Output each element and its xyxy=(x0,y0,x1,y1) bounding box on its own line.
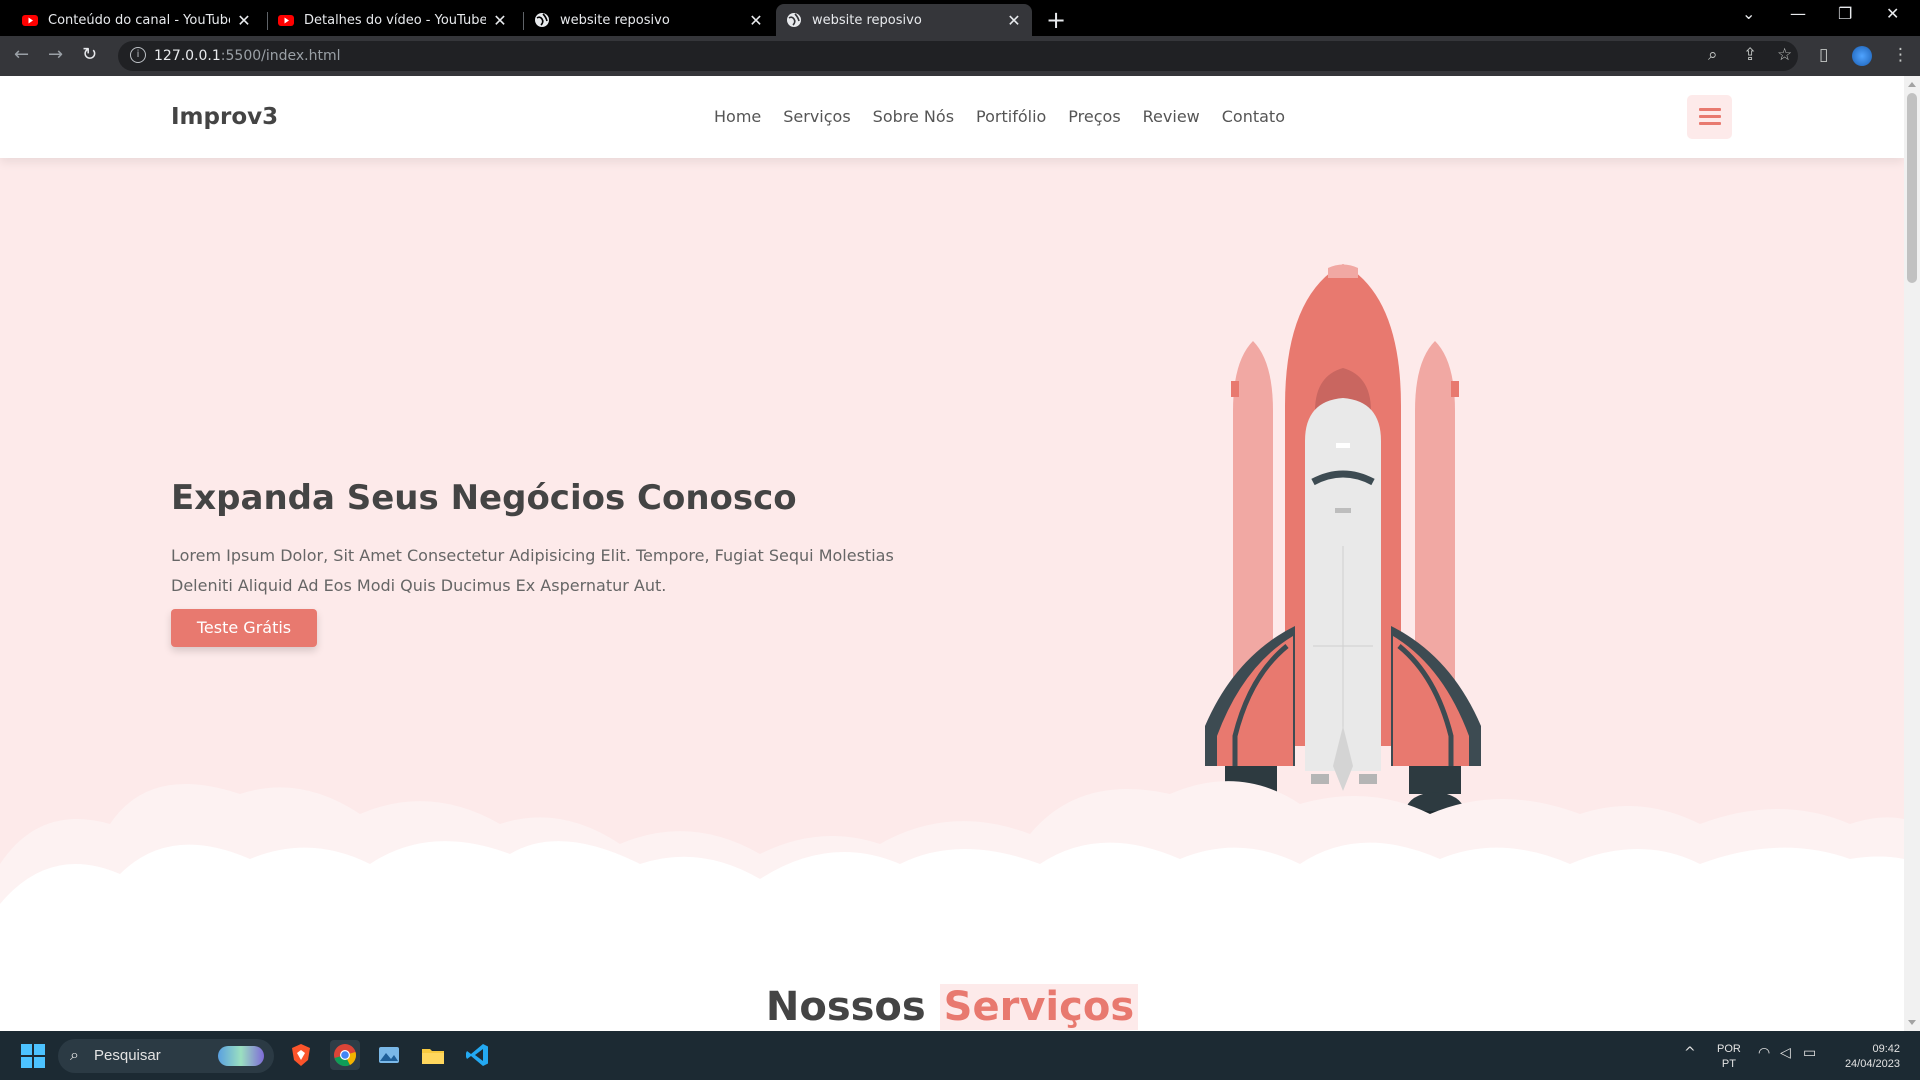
bookmark-star-icon[interactable]: ☆ xyxy=(1777,45,1792,65)
tab-title: website reposivo xyxy=(560,12,670,28)
start-tile xyxy=(21,1057,32,1068)
hero-title: Expanda Seus Negócios Conosco xyxy=(171,478,797,518)
side-panel-icon[interactable]: ▯ xyxy=(1819,45,1828,65)
hamburger-menu-button[interactable] xyxy=(1687,95,1732,139)
free-trial-button[interactable]: Teste Grátis xyxy=(171,609,317,647)
url-host: 127.0.0.1 xyxy=(154,48,221,64)
back-arrow-icon[interactable]: ← xyxy=(14,44,29,65)
menu-bar xyxy=(1699,108,1721,111)
browser-tab-bar: Conteúdo do canal - YouTube Studio ✕ Det… xyxy=(0,0,1920,36)
clock-date: 24/04/2023 xyxy=(1844,1058,1900,1070)
windows-taskbar: ⌕ Pesquisar ^ POR PT ◠ ◁ ▭ 09:42 24/04/2… xyxy=(0,1031,1920,1080)
services-title-main: Nossos xyxy=(765,984,926,1030)
site-info-icon[interactable]: i xyxy=(130,47,146,63)
show-hidden-icons-chevron-icon[interactable]: ^ xyxy=(1684,1045,1696,1061)
minimize-icon[interactable]: — xyxy=(1790,4,1806,23)
restore-icon[interactable]: ❐ xyxy=(1838,4,1852,23)
brave-browser-icon[interactable] xyxy=(286,1040,316,1070)
language-indicator[interactable]: POR PT xyxy=(1717,1042,1741,1072)
windows-start-icon[interactable] xyxy=(21,1044,45,1068)
menu-bar xyxy=(1699,122,1721,125)
rocket-illustration xyxy=(1205,264,1481,819)
site-logo[interactable]: Improv3 xyxy=(171,104,278,130)
address-bar[interactable]: i 127.0.0.1:5500/index.html xyxy=(118,41,1798,71)
nav-review[interactable]: Review xyxy=(1143,107,1200,126)
clock-time: 09:42 xyxy=(1872,1043,1900,1055)
tab-youtube-studio-content[interactable]: Conteúdo do canal - YouTube Studio ✕ xyxy=(12,4,262,36)
main-nav: Home Serviços Sobre Nós Portifólio Preço… xyxy=(714,107,1285,126)
scrollbar-thumb[interactable] xyxy=(1907,93,1917,283)
taskbar-search-label: Pesquisar xyxy=(94,1047,161,1064)
nav-precos[interactable]: Preços xyxy=(1068,107,1120,126)
globe-icon xyxy=(535,13,549,27)
tab-title: Detalhes do vídeo - YouTube Studio xyxy=(304,12,486,28)
start-tile xyxy=(34,1044,45,1055)
zoom-icon[interactable]: ⌕ xyxy=(1708,45,1718,65)
wifi-icon[interactable]: ◠ xyxy=(1758,1045,1770,1061)
youtube-icon xyxy=(278,15,294,26)
nav-portifolio[interactable]: Portifólio xyxy=(976,107,1046,126)
photos-app-icon[interactable] xyxy=(374,1040,404,1070)
services-title: Nossos Serviços xyxy=(0,984,1904,1030)
reload-icon[interactable]: ↻ xyxy=(82,44,97,65)
menu-bar xyxy=(1699,115,1721,118)
nav-contato[interactable]: Contato xyxy=(1222,107,1285,126)
tab-title: website reposivo xyxy=(812,12,922,28)
profile-avatar[interactable] xyxy=(1852,46,1872,66)
close-tab-icon[interactable]: ✕ xyxy=(1006,11,1022,30)
more-menu-icon[interactable]: ⋮ xyxy=(1892,45,1909,65)
share-icon[interactable]: ⇪ xyxy=(1743,45,1757,65)
battery-icon[interactable]: ▭ xyxy=(1803,1045,1816,1061)
close-tab-icon[interactable]: ✕ xyxy=(748,11,764,30)
close-tab-icon[interactable]: ✕ xyxy=(236,11,252,30)
start-tile xyxy=(34,1057,45,1068)
file-explorer-icon[interactable] xyxy=(418,1040,448,1070)
nav-home[interactable]: Home xyxy=(714,107,761,126)
nav-servicos[interactable]: Serviços xyxy=(783,107,850,126)
tab-title: Conteúdo do canal - YouTube Studio xyxy=(48,12,230,28)
vscode-icon[interactable] xyxy=(462,1040,492,1070)
forward-arrow-icon[interactable]: → xyxy=(48,44,63,65)
url-text[interactable]: 127.0.0.1:5500/index.html xyxy=(154,48,341,64)
scroll-down-arrow-icon[interactable] xyxy=(1908,1020,1916,1025)
search-icon: ⌕ xyxy=(70,1045,79,1064)
nav-sobre-nos[interactable]: Sobre Nós xyxy=(873,107,954,126)
new-tab-button[interactable]: + xyxy=(1046,6,1066,34)
close-window-icon[interactable]: ✕ xyxy=(1886,4,1899,23)
site-header: Improv3 Home Serviços Sobre Nós Portifól… xyxy=(0,76,1904,158)
browser-toolbar: ← → ↻ i 127.0.0.1:5500/index.html ⌕ ⇪ ☆ … xyxy=(0,36,1920,76)
tab-website-reposivo[interactable]: website reposivo ✕ xyxy=(524,4,774,36)
taskbar-search[interactable]: ⌕ Pesquisar xyxy=(58,1039,274,1073)
youtube-icon xyxy=(22,15,38,26)
globe-icon xyxy=(787,13,801,27)
close-tab-icon[interactable]: ✕ xyxy=(492,11,508,30)
language-code: POR xyxy=(1717,1043,1741,1055)
search-highlight-icon xyxy=(218,1046,264,1066)
tab-search-chevron-icon[interactable]: ⌄ xyxy=(1742,4,1755,23)
page-scrollbar[interactable] xyxy=(1904,76,1920,1031)
services-title-highlight: Serviços xyxy=(939,984,1139,1030)
chrome-icon[interactable] xyxy=(330,1040,360,1070)
keyboard-layout: PT xyxy=(1721,1058,1736,1070)
tab-youtube-studio-details[interactable]: Detalhes do vídeo - YouTube Studio ✕ xyxy=(268,4,518,36)
system-clock[interactable]: 09:42 24/04/2023 xyxy=(1836,1042,1900,1072)
page-viewport: Improv3 Home Serviços Sobre Nós Portifól… xyxy=(0,76,1904,1031)
volume-icon[interactable]: ◁ xyxy=(1780,1045,1791,1061)
tab-website-reposivo-active[interactable]: website reposivo ✕ xyxy=(776,4,1032,36)
hero-description: Lorem Ipsum Dolor, Sit Amet Consectetur … xyxy=(171,546,894,595)
scroll-up-arrow-icon[interactable] xyxy=(1908,82,1916,87)
url-path: :5500/index.html xyxy=(220,48,341,64)
start-tile xyxy=(21,1044,32,1055)
